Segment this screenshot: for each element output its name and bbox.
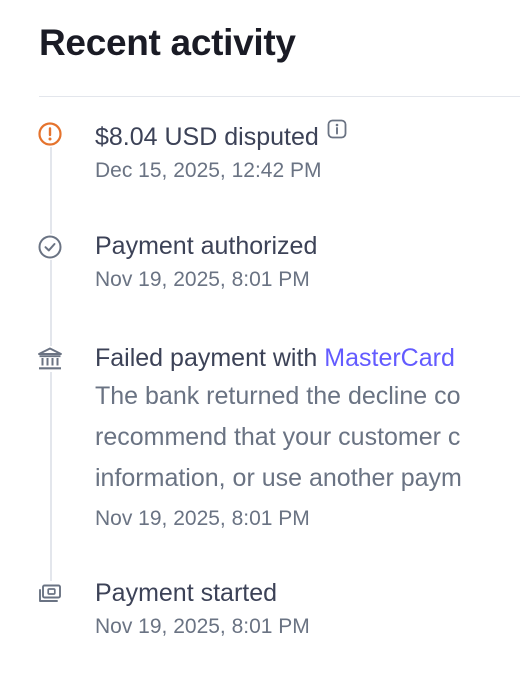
event-timestamp: Nov 19, 2025, 8:01 PM (95, 268, 310, 291)
description-line: The bank returned the decline co (95, 382, 461, 410)
info-icon[interactable] (327, 119, 347, 139)
card-brand-link[interactable]: MasterCard (324, 344, 455, 372)
event-timestamp: Dec 15, 2025, 12:42 PM (95, 159, 322, 182)
event-timestamp: Nov 19, 2025, 8:01 PM (95, 615, 310, 638)
payment-icon (37, 581, 63, 607)
event-title: Payment started (95, 579, 278, 607)
event-description: The bank returned the decline co recomme… (95, 376, 520, 499)
event-title-text: $8.04 USD disputed (95, 123, 319, 151)
event-title: $8.04 USD disputed (95, 119, 520, 152)
description-line: information, or use another paym (95, 464, 462, 492)
event-title: Payment authorized (95, 232, 318, 260)
event-title: Failed payment with MasterCard (95, 343, 520, 373)
page-title: Recent activity (39, 22, 296, 63)
check-circle-icon (37, 234, 63, 260)
alert-circle-icon (37, 121, 63, 147)
description-line: recommend that your customer c (95, 423, 461, 451)
header-divider (39, 96, 520, 97)
recent-activity-panel: Recent activity $8.04 USD disputed Dec 1… (0, 0, 520, 680)
event-timestamp: Nov 19, 2025, 8:01 PM (95, 507, 310, 530)
bank-icon (37, 346, 63, 372)
event-title-prefix: Failed payment with (95, 344, 325, 372)
